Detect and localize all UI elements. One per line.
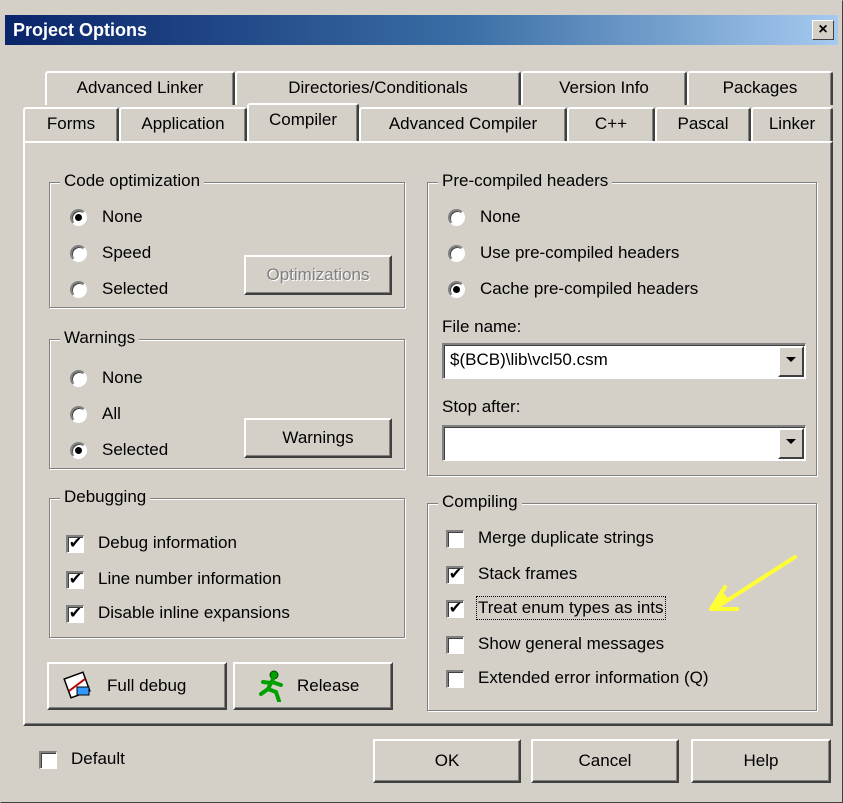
warnings-group: Warnings None All Selected Warnings [49, 328, 405, 469]
radio-button[interactable] [70, 281, 87, 298]
radio-label: Cache pre-compiled headers [480, 279, 699, 298]
release-icon [259, 670, 283, 702]
tab-advanced-linker[interactable]: Advanced Linker [45, 71, 235, 105]
close-button[interactable]: × [812, 20, 834, 40]
tab-directories-conditionals[interactable]: Directories/Conditionals [235, 71, 521, 105]
tab-label: Version Info [559, 78, 649, 97]
radio-button[interactable] [70, 406, 87, 423]
file-name-combobox[interactable]: $(BCB)\lib\vcl50.csm [442, 343, 806, 379]
checkbox[interactable] [446, 530, 464, 548]
help-button[interactable]: Help [691, 739, 831, 783]
checkbox-label: Debug information [98, 533, 237, 552]
tab-label: Linker [768, 114, 816, 133]
project-options-dialog: Project Options × Advanced Linker Direct… [0, 0, 843, 803]
group-legend: Warnings [60, 328, 140, 348]
debugging-group: Debugging ✔ Debug information ✔ Line num… [49, 487, 405, 638]
window-title: Project Options [13, 20, 148, 40]
ok-button[interactable]: OK [373, 739, 521, 783]
radio-button[interactable] [70, 370, 87, 387]
radio-button[interactable] [70, 209, 87, 226]
checkbox-label: Line number information [98, 569, 282, 588]
chevron-down-icon[interactable] [778, 428, 804, 459]
full-debug-label: Full debug [107, 676, 187, 695]
tab-label: Pascal [677, 114, 729, 133]
radio-label: Selected [102, 440, 169, 459]
full-debug-icon [63, 671, 91, 699]
chevron-down-icon[interactable] [778, 346, 804, 377]
tab-label: C++ [594, 114, 628, 133]
radio-button[interactable] [448, 245, 465, 262]
radio-label: Use pre-compiled headers [480, 243, 680, 262]
tab-advanced-compiler[interactable]: Advanced Compiler [359, 107, 567, 141]
checkbox-label: Stack frames [478, 564, 578, 583]
file-name-value: $(BCB)\lib\vcl50.csm [450, 350, 608, 369]
checkbox[interactable] [446, 670, 464, 688]
group-legend: Pre-compiled headers [438, 171, 613, 191]
title-bar: Project Options × [5, 15, 838, 45]
tab-label: Forms [46, 114, 96, 133]
tab-label: Advanced Linker [76, 78, 204, 97]
tab-label: Directories/Conditionals [288, 78, 468, 97]
radio-button[interactable] [448, 281, 465, 298]
cancel-button[interactable]: Cancel [531, 739, 679, 783]
tab-compiler[interactable]: Compiler [247, 103, 359, 141]
radio-button[interactable] [448, 209, 465, 226]
radio-label: All [102, 404, 121, 423]
default-label: Default [71, 749, 125, 768]
checkbox[interactable]: ✔ [446, 566, 464, 584]
stop-after-label: Stop after: [442, 397, 521, 416]
checkbox[interactable]: ✔ [446, 600, 464, 618]
warnings-button[interactable]: Warnings [244, 418, 392, 458]
checkbox-label: Merge duplicate strings [478, 528, 654, 547]
release-button[interactable]: Release [233, 662, 393, 710]
checkbox-label: Show general messages [478, 634, 665, 653]
optimizations-button[interactable]: Optimizations [244, 255, 392, 295]
tab-label: Application [141, 114, 225, 133]
annotation-arrow-icon [709, 555, 797, 611]
group-legend: Code optimization [60, 171, 205, 191]
file-name-label: File name: [442, 317, 522, 336]
tab-linker[interactable]: Linker [751, 107, 833, 141]
tab-pascal[interactable]: Pascal [655, 107, 751, 141]
checkbox-label: Treat enum types as ints [476, 596, 666, 620]
release-label: Release [297, 676, 360, 695]
radio-label: None [102, 368, 143, 387]
tab-label: Advanced Compiler [388, 114, 538, 133]
checkbox[interactable]: ✔ [66, 535, 84, 553]
radio-label: Selected [102, 279, 169, 298]
checkbox-label: Disable inline expansions [98, 603, 290, 622]
precompiled-headers-group: Pre-compiled headers None Use pre-compil… [427, 171, 817, 476]
checkbox[interactable]: ✔ [66, 605, 84, 623]
group-legend: Compiling [438, 492, 522, 512]
radio-button[interactable] [70, 442, 87, 459]
tab-application[interactable]: Application [119, 107, 247, 141]
tab-label: Packages [722, 78, 798, 97]
full-debug-button[interactable]: Full debug [47, 662, 227, 710]
radio-label: None [480, 207, 521, 226]
tab-cpp[interactable]: C++ [567, 107, 655, 141]
stop-after-combobox[interactable] [442, 425, 806, 461]
tab-label: Compiler [268, 110, 338, 129]
tab-version-info[interactable]: Version Info [521, 71, 687, 105]
radio-label: None [102, 207, 143, 226]
tab-packages[interactable]: Packages [687, 71, 833, 105]
checkbox-label: Extended error information (Q) [478, 668, 709, 687]
group-legend: Debugging [60, 487, 151, 507]
code-optimization-group: Code optimization None Speed Selected Op… [49, 171, 405, 308]
checkbox[interactable] [39, 751, 57, 769]
radio-label: Speed [102, 243, 152, 262]
checkbox[interactable]: ✔ [66, 571, 84, 589]
checkbox[interactable] [446, 636, 464, 654]
radio-button[interactable] [70, 245, 87, 262]
tab-forms[interactable]: Forms [23, 107, 119, 141]
